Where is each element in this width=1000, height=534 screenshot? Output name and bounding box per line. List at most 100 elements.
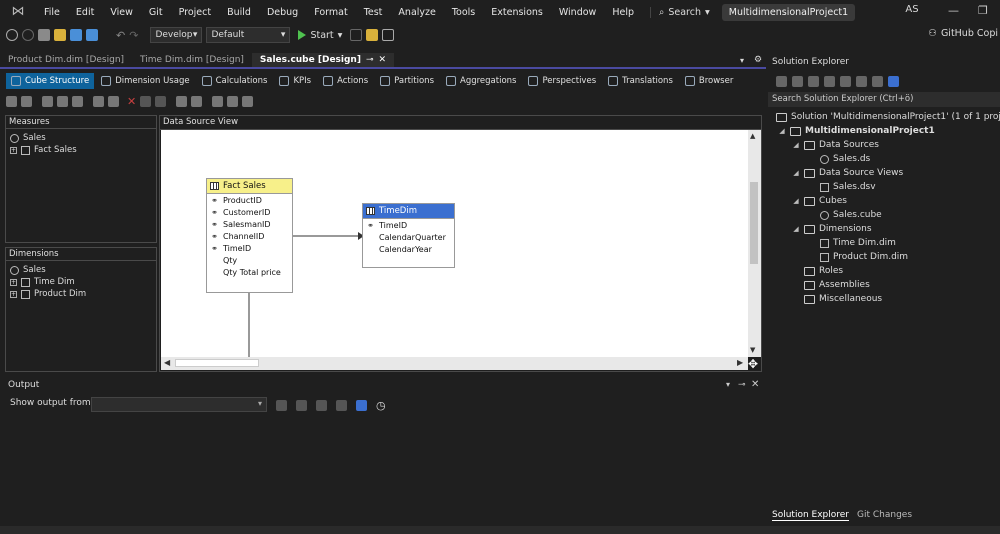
- tab-translations[interactable]: Translations: [603, 73, 678, 89]
- arrange-tables-icon[interactable]: [191, 95, 203, 107]
- table-column[interactable]: ⚭ ChannelID: [207, 230, 292, 242]
- close-icon[interactable]: ✕: [751, 379, 759, 390]
- scrollbar-thumb[interactable]: [750, 182, 758, 264]
- table-column[interactable]: CalendarYear: [363, 243, 454, 255]
- folder-node-dsv[interactable]: ◢ Data Source Views: [792, 166, 903, 180]
- scroll-down-icon[interactable]: ▼: [750, 346, 755, 354]
- github-copilot-button[interactable]: ⚇ GitHub Copi: [928, 28, 998, 39]
- find-icon[interactable]: [336, 400, 347, 411]
- tab-partitions[interactable]: Partitions: [375, 73, 439, 89]
- user-avatar[interactable]: AS: [902, 4, 922, 20]
- tab-sales-cube[interactable]: Sales.cube [Design] ⊸ ✕: [251, 53, 395, 67]
- tab-solution-explorer[interactable]: Solution Explorer: [772, 510, 849, 521]
- pin-icon[interactable]: ⊸: [738, 380, 746, 390]
- clock-icon[interactable]: ◷: [376, 399, 386, 412]
- minimize-icon[interactable]: —: [948, 4, 959, 17]
- show-data-icon[interactable]: [212, 95, 224, 107]
- properties-icon[interactable]: [872, 75, 883, 87]
- table-header[interactable]: Fact Sales: [207, 179, 292, 194]
- file-node[interactable]: Sales.dsv: [820, 180, 876, 194]
- show-table-icon[interactable]: [176, 95, 188, 107]
- new-measure-icon[interactable]: [42, 95, 53, 107]
- file-node[interactable]: Sales.cube: [820, 208, 882, 222]
- solution-node[interactable]: Solution 'MultidimensionalProject1' (1 o…: [776, 110, 1000, 124]
- tab-time-dim[interactable]: Time Dim.dim [Design]: [132, 53, 252, 67]
- table-column[interactable]: Qty Total price: [207, 266, 292, 278]
- scroll-left-icon[interactable]: ◀: [164, 358, 170, 367]
- table-column[interactable]: Qty: [207, 254, 292, 266]
- table-column[interactable]: ⚭ TimeID: [207, 242, 292, 254]
- menu-window[interactable]: Window: [551, 7, 604, 18]
- global-search[interactable]: ⌕ Search ▾: [650, 6, 710, 18]
- file-node[interactable]: Time Dim.dim: [820, 236, 896, 250]
- run-without-debug-icon[interactable]: [350, 29, 363, 41]
- collapse-all-icon[interactable]: [840, 75, 851, 87]
- add-table-icon[interactable]: [108, 95, 119, 107]
- dimension-node[interactable]: + Product Dim: [10, 288, 156, 300]
- table-header[interactable]: TimeDim: [363, 204, 454, 219]
- tab-perspectives[interactable]: Perspectives: [523, 73, 601, 89]
- file-node[interactable]: Product Dim.dim: [820, 250, 908, 264]
- menu-debug[interactable]: Debug: [259, 7, 306, 18]
- horizontal-scrollbar[interactable]: ◀ ▶: [161, 357, 748, 370]
- process-icon[interactable]: [6, 95, 17, 107]
- expand-icon[interactable]: +: [10, 146, 17, 154]
- prev-message-icon[interactable]: [276, 400, 287, 411]
- layout-options-icon[interactable]: [242, 95, 254, 107]
- solution-explorer-search[interactable]: Search Solution Explorer (Ctrl+ö): [768, 92, 1000, 107]
- table-column[interactable]: ⚭ CustomerID: [207, 206, 292, 218]
- expand-caret-icon[interactable]: ◢: [792, 169, 800, 177]
- table-column[interactable]: ⚭ ProductID: [207, 194, 292, 206]
- scroll-right-icon[interactable]: ▶: [737, 358, 743, 367]
- new-measure-group-icon[interactable]: [57, 95, 68, 107]
- tab-actions[interactable]: Actions: [318, 73, 373, 89]
- visual-studio-logo-icon[interactable]: ⋈: [10, 5, 26, 19]
- folder-icon[interactable]: [366, 29, 379, 41]
- dimension-node[interactable]: + Time Dim: [10, 276, 156, 288]
- restore-icon[interactable]: ❐: [978, 4, 988, 17]
- tab-browser[interactable]: Browser: [680, 73, 738, 89]
- zoom-icon[interactable]: [227, 95, 239, 107]
- tab-dimension-usage[interactable]: Dimension Usage: [96, 73, 194, 89]
- save-all-icon[interactable]: [86, 29, 98, 41]
- open-folder-icon[interactable]: [54, 29, 66, 41]
- close-icon[interactable]: ✕: [379, 55, 387, 65]
- back-icon[interactable]: [776, 75, 787, 87]
- expand-caret-icon[interactable]: ◢: [792, 225, 800, 233]
- menu-help[interactable]: Help: [604, 7, 642, 18]
- menu-test[interactable]: Test: [356, 7, 391, 18]
- add-dimension-icon[interactable]: [93, 95, 104, 107]
- vertical-scrollbar[interactable]: ▲ ▼: [748, 130, 761, 357]
- show-all-files-icon[interactable]: [856, 75, 867, 87]
- layout-icon[interactable]: [382, 29, 395, 41]
- time-dim-table[interactable]: TimeDim ⚭ TimeID CalendarQuarter Calendar…: [362, 203, 455, 268]
- tab-calculations[interactable]: Calculations: [197, 73, 273, 89]
- tab-product-dim[interactable]: Product Dim.dim [Design]: [0, 53, 132, 67]
- table-column[interactable]: CalendarQuarter: [363, 231, 454, 243]
- grid-view-icon[interactable]: [72, 95, 83, 107]
- menu-git[interactable]: Git: [141, 7, 171, 18]
- move-up-icon[interactable]: [140, 95, 152, 107]
- back-icon[interactable]: [6, 29, 18, 41]
- menu-project[interactable]: Project: [171, 7, 220, 18]
- scroll-up-icon[interactable]: ▲: [750, 132, 755, 140]
- measures-root-node[interactable]: Sales: [10, 132, 156, 144]
- forward-icon[interactable]: [22, 29, 34, 41]
- tab-git-changes[interactable]: Git Changes: [857, 510, 912, 520]
- measure-group-node[interactable]: + Fact Sales: [10, 144, 156, 156]
- new-item-icon[interactable]: [38, 29, 50, 41]
- scrollbar-thumb[interactable]: [175, 359, 259, 367]
- folder-node-dimensions[interactable]: ◢ Dimensions: [792, 222, 871, 236]
- configuration-select[interactable]: Develop ▾: [150, 27, 203, 43]
- menu-build[interactable]: Build: [219, 7, 259, 18]
- refresh-icon[interactable]: [21, 95, 32, 107]
- settings-gear-icon[interactable]: ⚙: [754, 55, 762, 65]
- tab-cube-structure[interactable]: Cube Structure: [6, 72, 95, 89]
- dimensions-root-node[interactable]: Sales: [10, 264, 156, 276]
- expand-caret-icon[interactable]: ◢: [792, 141, 800, 149]
- folder-node-miscellaneous[interactable]: Miscellaneous: [804, 292, 882, 306]
- menu-edit[interactable]: Edit: [68, 7, 102, 18]
- clear-icon[interactable]: [316, 400, 327, 411]
- project-node[interactable]: ◢ MultidimensionalProject1: [778, 124, 934, 138]
- expand-caret-icon[interactable]: ◢: [778, 127, 786, 135]
